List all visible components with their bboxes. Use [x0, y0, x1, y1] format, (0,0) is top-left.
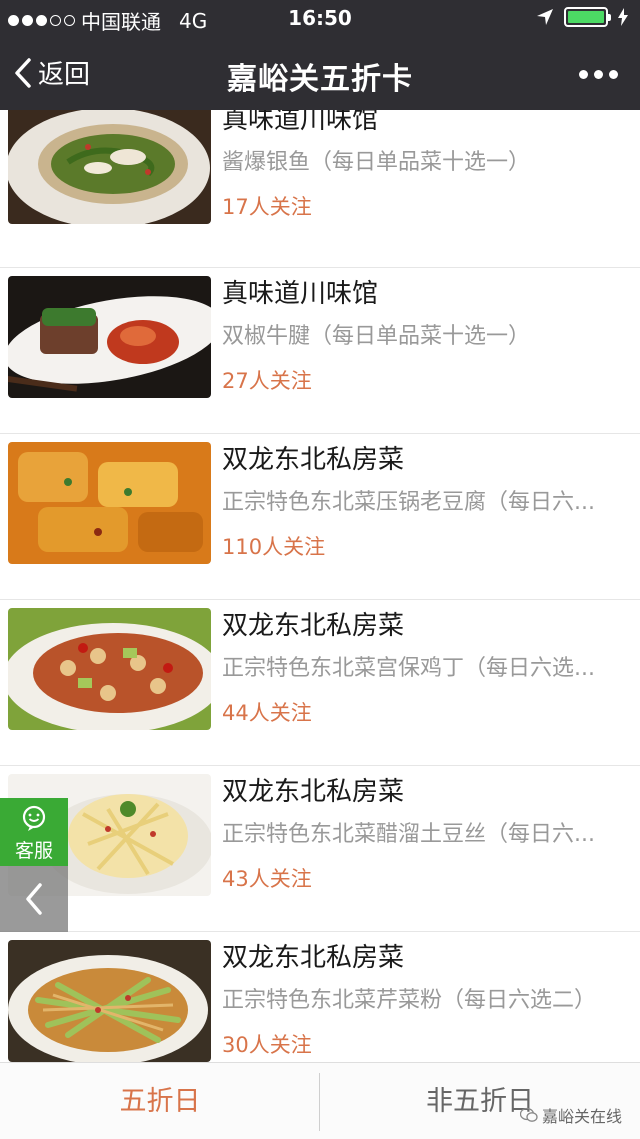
- status-bar: 中国联通 4G 16:50: [0, 0, 640, 36]
- chat-bubble-icon: [22, 805, 46, 831]
- list-item[interactable]: 真味道川味馆 双椒牛腱（每日单品菜十选一） 27人关注: [0, 268, 640, 434]
- chevron-left-icon: [26, 883, 42, 915]
- dish-description: 正宗特色东北菜醋溜土豆丝（每日六...: [222, 822, 595, 847]
- tab-non-discount-day[interactable]: 非五折日: [320, 1063, 640, 1139]
- restaurant-name: 真味道川味馆: [222, 279, 379, 309]
- page-title: 嘉峪关五折卡: [227, 62, 413, 97]
- source-watermark: 嘉峪关在线: [519, 1103, 622, 1127]
- restaurant-name: 双龙东北私房菜: [222, 943, 405, 973]
- list-item[interactable]: 双龙东北私房菜 正宗特色东北菜醋溜土豆丝（每日六... 43人关注: [0, 766, 640, 932]
- dish-description: 正宗特色东北菜芹菜粉（每日六选二）: [222, 988, 597, 1013]
- follow-count: 44人关注: [222, 701, 312, 725]
- follow-count: 27人关注: [222, 369, 312, 393]
- restaurant-name: 双龙东北私房菜: [222, 445, 405, 475]
- dish-image: [8, 608, 211, 730]
- follow-count: 43人关注: [222, 867, 312, 891]
- more-dot-icon: [579, 70, 588, 79]
- dish-image: [8, 276, 211, 398]
- list-item[interactable]: 双龙东北私房菜 正宗特色东北菜宫保鸡丁（每日六选... 44人关注: [0, 600, 640, 766]
- charging-bolt-icon: [618, 8, 628, 26]
- nav-bar: 返回 嘉峪关五折卡: [0, 36, 640, 110]
- tab-discount-day[interactable]: 五折日: [0, 1063, 320, 1139]
- customer-service-button[interactable]: 客服: [0, 798, 68, 866]
- follow-count: 30人关注: [222, 1033, 312, 1057]
- dish-image: [8, 940, 211, 1062]
- more-dot-icon: [594, 70, 603, 79]
- location-arrow-icon: [537, 9, 553, 25]
- more-options-button[interactable]: [579, 70, 618, 79]
- more-dot-icon: [609, 70, 618, 79]
- list-item[interactable]: 双龙东北私房菜 正宗特色东北菜芹菜粉（每日六选二） 30人关注: [0, 932, 640, 1062]
- bottom-tab-bar: 五折日 非五折日 嘉峪关在线: [0, 1062, 640, 1139]
- list-item[interactable]: 真味道川味馆 酱爆银鱼（每日单品菜十选一） 17人关注: [0, 110, 640, 268]
- dish-description: 酱爆银鱼（每日单品菜十选一）: [222, 150, 531, 175]
- dish-description: 正宗特色东北菜宫保鸡丁（每日六选...: [222, 656, 595, 681]
- watermark-text: 嘉峪关在线: [541, 1107, 622, 1126]
- restaurant-list: 真味道川味馆 酱爆银鱼（每日单品菜十选一） 17人关注 真味道川味馆 双椒牛腱（…: [0, 110, 640, 1062]
- dish-description: 正宗特色东北菜压锅老豆腐（每日六...: [222, 490, 595, 515]
- battery-icon: [564, 7, 611, 27]
- wechat-logo-icon: [519, 1107, 538, 1122]
- follow-count: 110人关注: [222, 535, 326, 559]
- collapse-float-button[interactable]: [0, 866, 68, 932]
- customer-service-label: 客服: [14, 840, 53, 862]
- follow-count: 17人关注: [222, 195, 312, 219]
- restaurant-name: 双龙东北私房菜: [222, 777, 405, 807]
- dish-image: [8, 442, 211, 564]
- restaurant-name: 真味道川味馆: [222, 110, 379, 135]
- dish-image: [8, 110, 211, 224]
- list-item[interactable]: 双龙东北私房菜 正宗特色东北菜压锅老豆腐（每日六... 110人关注: [0, 434, 640, 600]
- restaurant-name: 双龙东北私房菜: [222, 611, 405, 641]
- dish-description: 双椒牛腱（每日单品菜十选一）: [222, 324, 531, 349]
